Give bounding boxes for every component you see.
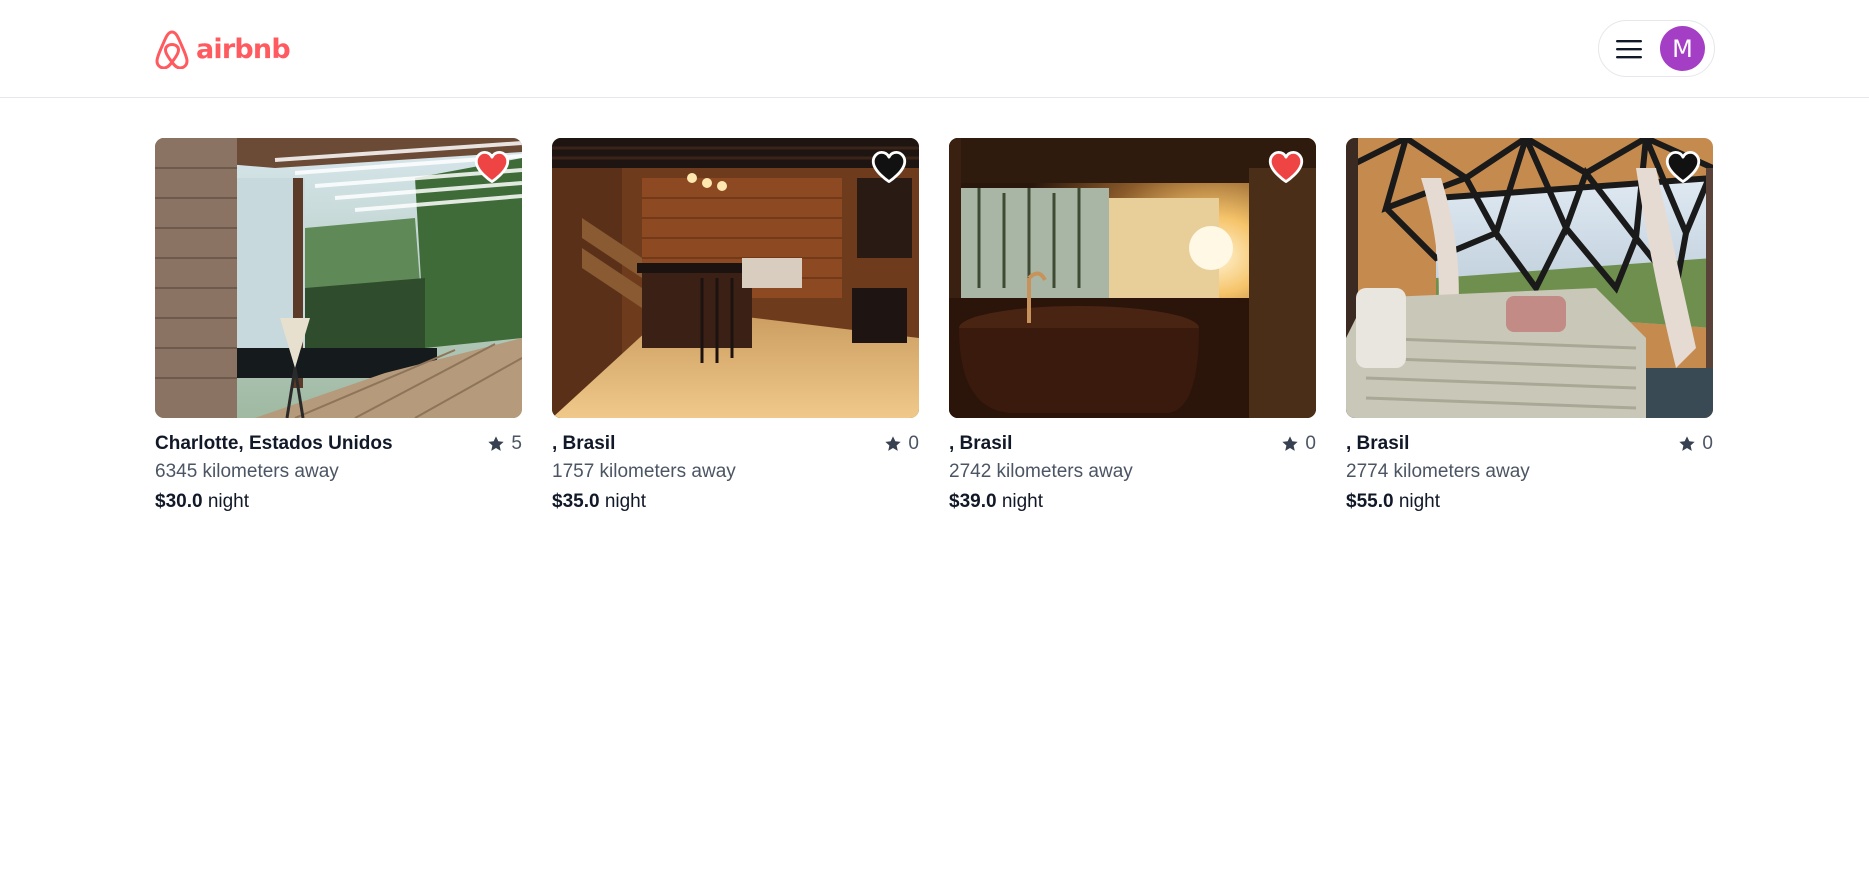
listing-price: $55.0 — [1346, 491, 1394, 512]
star-icon — [488, 436, 505, 451]
listing-rating: 0 — [1281, 433, 1316, 455]
favorite-heart-icon[interactable] — [871, 150, 907, 184]
listing-distance: 2742 kilometers away — [949, 461, 1133, 482]
rating-value: 0 — [908, 433, 919, 454]
listing-rating: 5 — [487, 433, 522, 455]
price-unit: night — [1398, 491, 1441, 512]
listing-price-row: $30.0 night — [155, 491, 249, 513]
listing-price-row: $35.0 night — [552, 491, 646, 513]
listing-location: , Brasil — [1346, 433, 1410, 454]
price-unit: night — [604, 491, 647, 512]
price-unit: night — [1001, 491, 1044, 512]
rating-value: 0 — [1702, 433, 1713, 454]
star-icon — [885, 436, 902, 451]
listing-price: $39.0 — [949, 491, 997, 512]
favorite-heart-icon[interactable] — [1665, 150, 1701, 184]
price-unit: night — [207, 491, 250, 512]
listing-photo — [155, 138, 522, 418]
listing-photo — [1346, 138, 1713, 418]
user-menu-button[interactable]: M — [1598, 20, 1715, 77]
listing-photo — [552, 138, 919, 418]
listing-card[interactable]: , Brasil 0 1757 kilometers away $35.0 ni… — [552, 138, 919, 522]
listing-distance: 2774 kilometers away — [1346, 461, 1530, 482]
listing-price-row: $39.0 night — [949, 491, 1043, 513]
listing-distance: 1757 kilometers away — [552, 461, 736, 482]
listing-rating: 0 — [1678, 433, 1713, 455]
favorite-heart-icon[interactable] — [474, 150, 510, 184]
menu-icon — [1613, 33, 1645, 65]
avatar: M — [1660, 26, 1705, 71]
listing-distance: 6345 kilometers away — [155, 461, 339, 482]
star-icon — [1679, 436, 1696, 451]
airbnb-logo[interactable]: airbnb — [154, 28, 291, 70]
listing-location: Charlotte, Estados Unidos — [155, 433, 393, 454]
star-icon — [1282, 436, 1299, 451]
rating-value: 5 — [511, 433, 522, 454]
listing-price-row: $55.0 night — [1346, 491, 1440, 513]
rating-value: 0 — [1305, 433, 1316, 454]
listing-card[interactable]: Charlotte, Estados Unidos 5 6345 kilomet… — [155, 138, 522, 522]
listings-grid: Charlotte, Estados Unidos 5 6345 kilomet… — [155, 138, 1715, 528]
listing-price: $35.0 — [552, 491, 600, 512]
listing-location: , Brasil — [949, 433, 1013, 454]
listing-location: , Brasil — [552, 433, 616, 454]
listing-rating: 0 — [884, 433, 919, 455]
top-navbar: airbnb M — [0, 0, 1869, 98]
airbnb-belo-icon — [155, 30, 189, 69]
favorite-heart-icon[interactable] — [1268, 150, 1304, 184]
listing-photo — [949, 138, 1316, 418]
listing-card[interactable]: , Brasil 0 2774 kilometers away $55.0 ni… — [1346, 138, 1713, 522]
logo-wordmark: airbnb — [196, 33, 291, 65]
listing-price: $30.0 — [155, 491, 203, 512]
listing-card[interactable]: , Brasil 0 2742 kilometers away $39.0 ni… — [949, 138, 1316, 522]
